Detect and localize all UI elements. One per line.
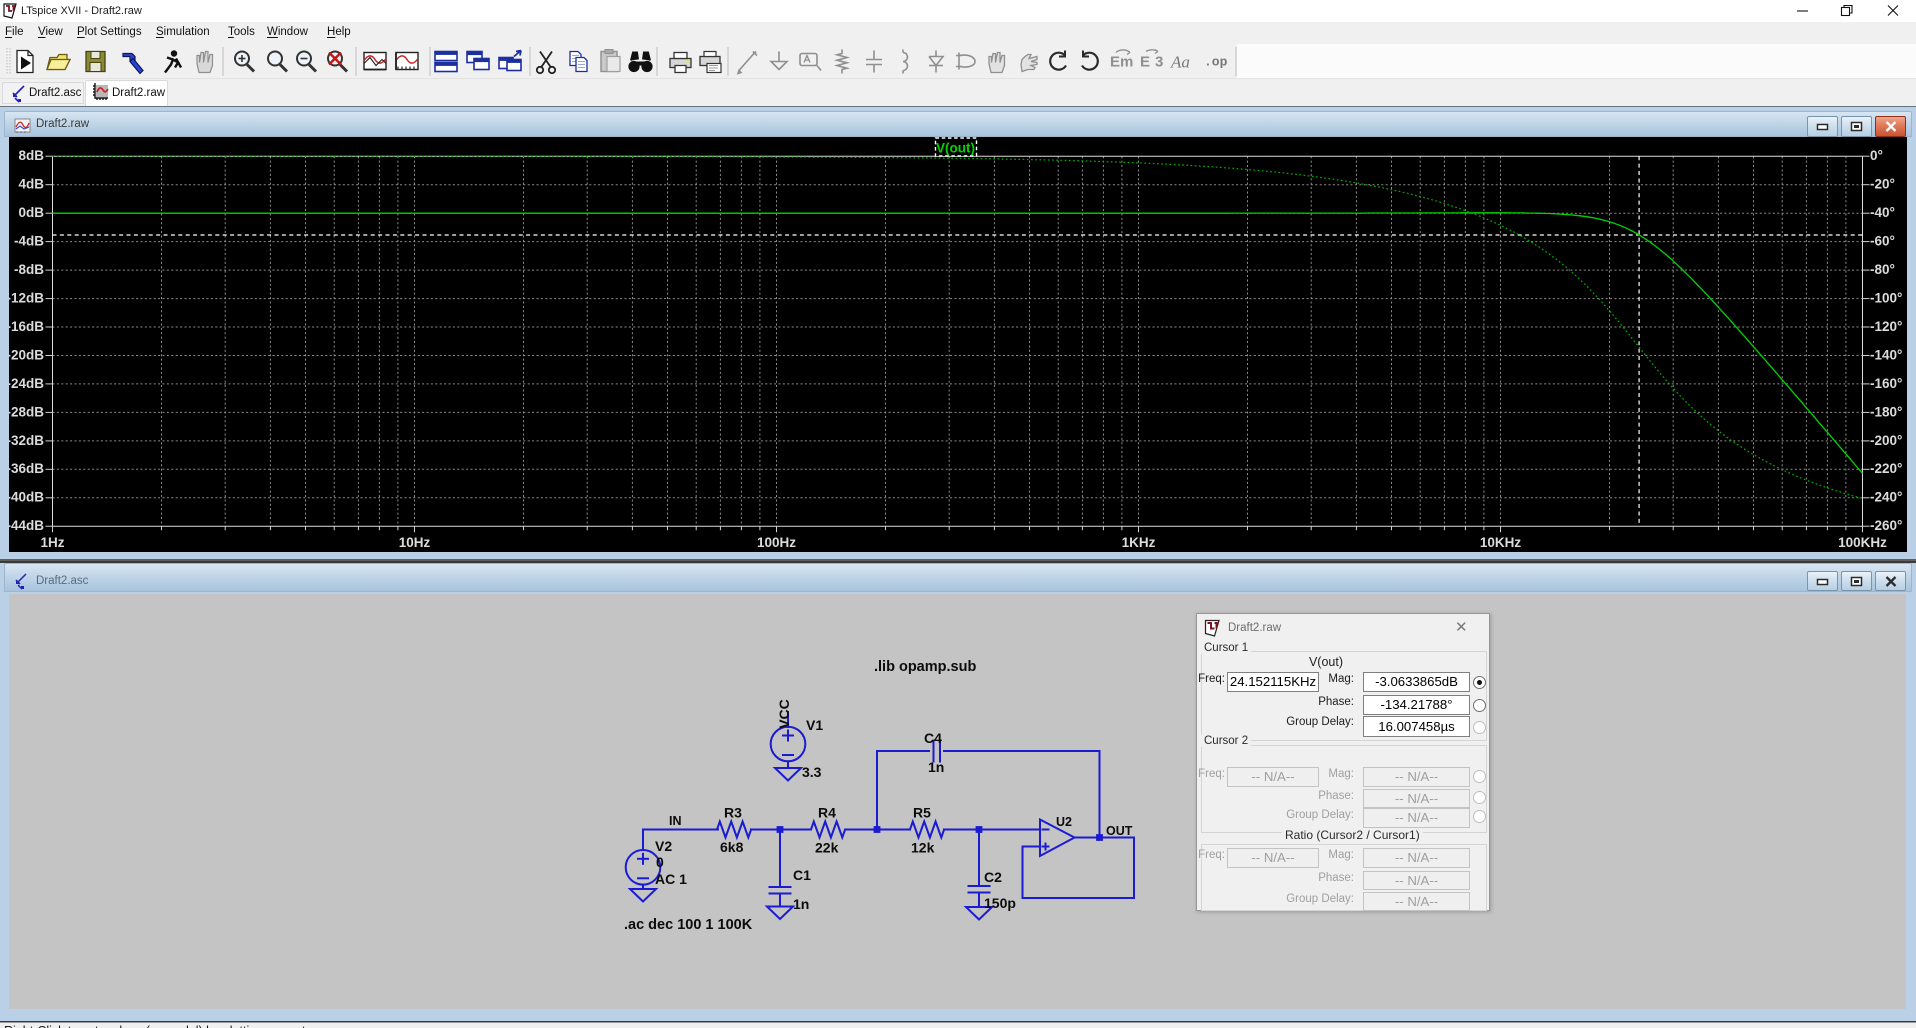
svg-text:0dB: 0dB bbox=[18, 205, 44, 220]
svg-text:E: E bbox=[1140, 54, 1150, 71]
svg-text:100KHz: 100KHz bbox=[1838, 535, 1887, 550]
svg-text:-4dB: -4dB bbox=[14, 234, 44, 249]
svg-text:AC 1: AC 1 bbox=[655, 871, 687, 887]
svg-text:.lib opamp.sub: .lib opamp.sub bbox=[874, 659, 976, 675]
svg-text:10Hz: 10Hz bbox=[399, 535, 431, 550]
svg-text:IN: IN bbox=[669, 814, 682, 828]
svg-text:-44dB: -44dB bbox=[9, 518, 44, 533]
svg-text:C2: C2 bbox=[984, 869, 1002, 885]
svg-text:6k8: 6k8 bbox=[720, 839, 744, 855]
svg-text:OUT: OUT bbox=[1106, 824, 1133, 838]
svg-text:4dB: 4dB bbox=[18, 177, 44, 192]
svg-text:-240°: -240° bbox=[1870, 490, 1902, 505]
svg-text:.op: .op bbox=[1204, 55, 1228, 70]
svg-text:10KHz: 10KHz bbox=[1480, 535, 1522, 550]
svg-text:3.3: 3.3 bbox=[802, 764, 822, 780]
svg-text:Em: Em bbox=[1110, 54, 1133, 71]
svg-text:-36dB: -36dB bbox=[9, 461, 44, 476]
svg-text:150p: 150p bbox=[984, 895, 1016, 911]
svg-text:R5: R5 bbox=[913, 805, 931, 821]
svg-text:-28dB: -28dB bbox=[9, 404, 44, 419]
svg-text:0°: 0° bbox=[1870, 148, 1883, 163]
svg-text:100Hz: 100Hz bbox=[757, 535, 796, 550]
svg-text:R4: R4 bbox=[818, 805, 836, 821]
svg-text:1n: 1n bbox=[793, 896, 809, 912]
svg-text:C4: C4 bbox=[924, 730, 942, 746]
svg-text:-12dB: -12dB bbox=[9, 291, 44, 306]
svg-text:22k: 22k bbox=[815, 840, 839, 856]
svg-text:Aa: Aa bbox=[1170, 53, 1190, 72]
svg-text:-16dB: -16dB bbox=[9, 319, 44, 334]
svg-text:VCC: VCC bbox=[776, 699, 792, 729]
svg-text:C1: C1 bbox=[793, 867, 811, 883]
svg-text:V1: V1 bbox=[806, 717, 823, 733]
svg-text:-200°: -200° bbox=[1870, 433, 1902, 448]
svg-text:-180°: -180° bbox=[1870, 404, 1902, 419]
svg-text:-80°: -80° bbox=[1870, 262, 1895, 277]
svg-text:.ac dec 100 1 100K: .ac dec 100 1 100K bbox=[624, 917, 753, 933]
svg-text:-40°: -40° bbox=[1870, 205, 1895, 220]
svg-text:1Hz: 1Hz bbox=[40, 535, 64, 550]
svg-text:1n: 1n bbox=[928, 759, 944, 775]
svg-text:-32dB: -32dB bbox=[9, 433, 44, 448]
svg-text:-120°: -120° bbox=[1870, 319, 1902, 334]
svg-text:1KHz: 1KHz bbox=[1122, 535, 1156, 550]
svg-text:-40dB: -40dB bbox=[9, 490, 44, 505]
svg-text:-100°: -100° bbox=[1870, 291, 1902, 306]
svg-text:-20°: -20° bbox=[1870, 177, 1895, 192]
svg-text:3: 3 bbox=[1155, 54, 1163, 71]
svg-text:8dB: 8dB bbox=[18, 148, 44, 163]
svg-text:-140°: -140° bbox=[1870, 347, 1902, 362]
svg-text:12k: 12k bbox=[911, 840, 935, 856]
svg-text:-160°: -160° bbox=[1870, 376, 1902, 391]
svg-text:V2: V2 bbox=[655, 838, 672, 854]
svg-text:-24dB: -24dB bbox=[9, 376, 44, 391]
svg-text:-8dB: -8dB bbox=[14, 262, 44, 277]
svg-text:-260°: -260° bbox=[1870, 518, 1902, 533]
svg-text:V(out): V(out) bbox=[936, 141, 975, 156]
svg-text:0: 0 bbox=[656, 854, 664, 870]
svg-text:-220°: -220° bbox=[1870, 461, 1902, 476]
svg-text:U2: U2 bbox=[1056, 815, 1072, 829]
svg-text:R3: R3 bbox=[724, 805, 742, 821]
svg-text:-60°: -60° bbox=[1870, 234, 1895, 249]
svg-text:-20dB: -20dB bbox=[9, 347, 44, 362]
